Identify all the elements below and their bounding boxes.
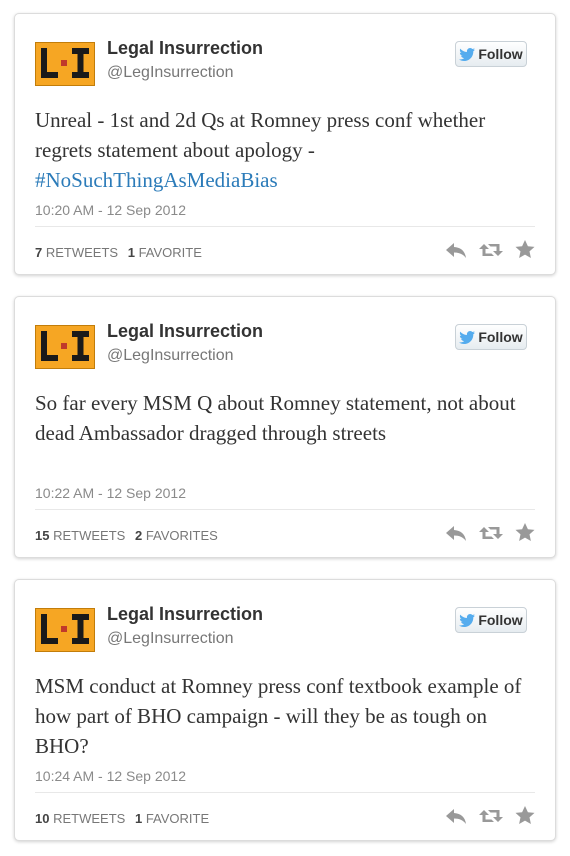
follow-label: Follow [478, 612, 523, 628]
avatar[interactable] [35, 325, 95, 369]
divider [35, 792, 535, 793]
retweet-icon[interactable] [479, 807, 503, 830]
favorites-count[interactable]: 1 [128, 245, 135, 260]
tweet-text-body: Unreal - 1st and 2d Qs at Romney press c… [35, 108, 486, 162]
tweet-actions [445, 806, 535, 830]
tweet-actions [445, 240, 535, 264]
retweets-count[interactable]: 10 [35, 811, 49, 826]
reply-icon[interactable] [445, 807, 467, 830]
retweets-label[interactable]: RETWEETS [53, 811, 125, 826]
author-name[interactable]: Legal Insurrection [107, 38, 263, 59]
author-handle[interactable]: @LegInsurrection [107, 630, 234, 648]
retweets-count[interactable]: 15 [35, 528, 49, 543]
tweet-stats: 15 RETWEETS 2 FAVORITES [35, 528, 218, 543]
favorites-count[interactable]: 2 [135, 528, 142, 543]
tweet-card: Legal Insurrection @LegInsurrection Foll… [14, 13, 556, 275]
avatar[interactable] [35, 608, 95, 652]
retweets-label[interactable]: RETWEETS [53, 528, 125, 543]
favorites-count[interactable]: 1 [135, 811, 142, 826]
tweet-stats: 7 RETWEETS 1 FAVORITE [35, 245, 202, 260]
tweet-text-body: So far every MSM Q about Romney statemen… [35, 391, 516, 445]
favorite-icon[interactable] [515, 523, 535, 547]
tweet-text-body: MSM conduct at Romney press conf textboo… [35, 674, 522, 758]
follow-button[interactable]: Follow [455, 607, 527, 633]
follow-label: Follow [478, 329, 523, 345]
favorites-label[interactable]: FAVORITES [146, 528, 218, 543]
tweet-text: So far every MSM Q about Romney statemen… [35, 388, 535, 448]
follow-label: Follow [478, 46, 523, 62]
favorites-label[interactable]: FAVORITE [139, 245, 202, 260]
hashtag-link[interactable]: #NoSuchThingAsMediaBias [35, 168, 278, 192]
retweet-icon[interactable] [479, 524, 503, 547]
tweet-text: Unreal - 1st and 2d Qs at Romney press c… [35, 105, 535, 195]
author-handle[interactable]: @LegInsurrection [107, 64, 234, 82]
follow-button[interactable]: Follow [455, 41, 527, 67]
follow-button[interactable]: Follow [455, 324, 527, 350]
twitter-bird-icon [459, 330, 476, 344]
favorites-label[interactable]: FAVORITE [146, 811, 209, 826]
timestamp[interactable]: 10:24 AM - 12 Sep 2012 [35, 768, 186, 784]
retweets-label[interactable]: RETWEETS [46, 245, 118, 260]
favorite-icon[interactable] [515, 806, 535, 830]
tweet-stats: 10 RETWEETS 1 FAVORITE [35, 811, 209, 826]
avatar[interactable] [35, 42, 95, 86]
twitter-bird-icon [459, 47, 476, 61]
tweet-text: MSM conduct at Romney press conf textboo… [35, 671, 535, 761]
timestamp[interactable]: 10:20 AM - 12 Sep 2012 [35, 202, 186, 218]
tweet-card: Legal Insurrection @LegInsurrection Foll… [14, 296, 556, 558]
tweet-card: Legal Insurrection @LegInsurrection Foll… [14, 579, 556, 841]
favorite-icon[interactable] [515, 240, 535, 264]
reply-icon[interactable] [445, 241, 467, 264]
timestamp[interactable]: 10:22 AM - 12 Sep 2012 [35, 485, 186, 501]
twitter-bird-icon [459, 613, 476, 627]
author-handle[interactable]: @LegInsurrection [107, 347, 234, 365]
author-name[interactable]: Legal Insurrection [107, 321, 263, 342]
tweet-actions [445, 523, 535, 547]
retweet-icon[interactable] [479, 241, 503, 264]
divider [35, 226, 535, 227]
divider [35, 509, 535, 510]
retweets-count[interactable]: 7 [35, 245, 42, 260]
reply-icon[interactable] [445, 524, 467, 547]
author-name[interactable]: Legal Insurrection [107, 604, 263, 625]
